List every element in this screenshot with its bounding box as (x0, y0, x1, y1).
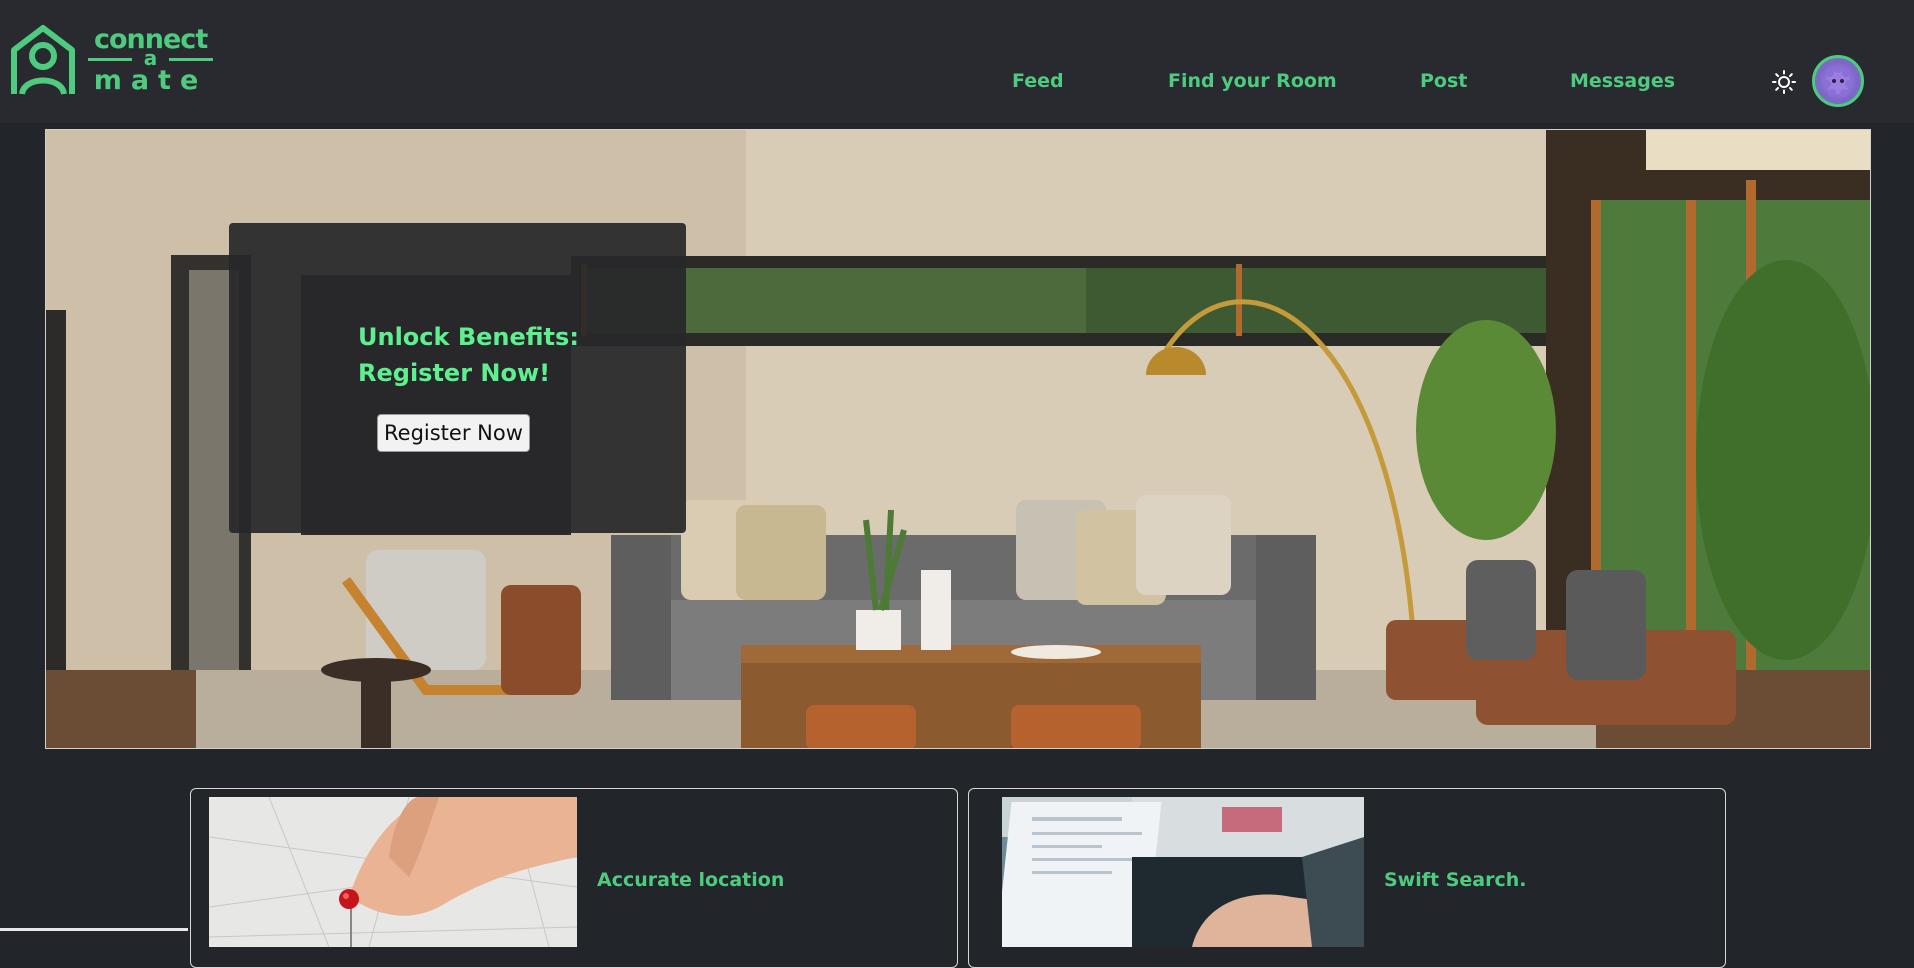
nav-link-messages[interactable]: Messages (1570, 70, 1675, 92)
hero-banner: Unlock Benefits: Register Now! Register … (45, 129, 1871, 749)
register-promo-card: Unlock Benefits: Register Now! Register … (229, 223, 686, 533)
brand-line3: mate (93, 65, 208, 96)
brand-wordmark: connect a mate (88, 24, 213, 96)
register-now-button[interactable]: Register Now (377, 414, 530, 452)
promo-title-line1: Unlock Benefits: (358, 323, 579, 351)
avatar-creature-icon (1823, 65, 1853, 97)
brand-logo[interactable]: connect a mate (10, 24, 213, 96)
promo-title-line2: Register Now! (358, 359, 551, 387)
feature-label-accurate-location: Accurate location (597, 869, 785, 891)
navbar: connect a mate Feed Find your Room Post … (0, 0, 1914, 123)
nav-link-feed[interactable]: Feed (1012, 70, 1064, 92)
feature-card-swift-search[interactable]: Swift Search. (968, 788, 1726, 968)
nav-link-post[interactable]: Post (1420, 70, 1467, 92)
nav-link-find-your-room[interactable]: Find your Room (1168, 70, 1337, 92)
laptop-photo (1002, 797, 1364, 947)
map-pin-photo (209, 797, 577, 947)
feature-card-accurate-location[interactable]: Accurate location (190, 788, 958, 968)
house-person-icon (11, 25, 75, 95)
avatar[interactable] (1812, 55, 1864, 107)
sun-icon[interactable] (1772, 70, 1796, 94)
promo-title: Unlock Benefits: Register Now! (358, 319, 618, 391)
feature-label-swift-search: Swift Search. (1384, 869, 1527, 891)
